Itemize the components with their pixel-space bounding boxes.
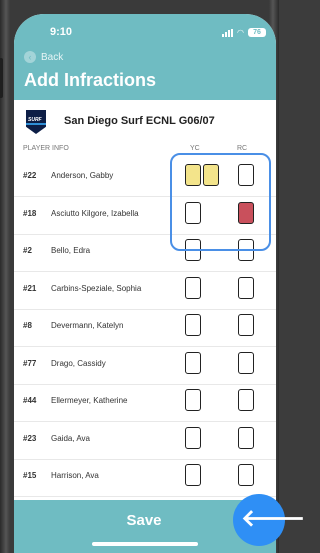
header: 9:10 ◠ 76 ‹ Back Add Infractions [14,14,276,100]
yellow-card-checkbox[interactable] [185,351,201,374]
highlight-annotation [170,153,271,251]
column-rc: RC [237,145,248,152]
team-logo-text: SURF [28,117,42,123]
signal-icon [222,28,234,37]
player-name: Devermann, Katelyn [51,321,124,330]
back-fab-button[interactable]: 🡐 [233,494,305,546]
player-number: #44 [23,396,37,405]
player-row: #23 Gaida, Ava [14,421,276,460]
player-name: Ellermeyer, Katherine [51,396,128,405]
chevron-left-icon: ‹ [24,51,36,63]
page-title: Add Infractions [24,70,157,90]
status-bar: 9:10 ◠ 76 [14,26,276,42]
player-number: #21 [23,283,37,293]
back-button[interactable]: ‹ Back [24,51,63,63]
app-screen: 9:10 ◠ 76 ‹ Back Add Infractions SURF Sa… [14,14,276,553]
status-icons: ◠ 76 [222,28,266,37]
player-number: #77 [23,358,37,368]
team-name: San Diego Surf ECNL G06/07 [64,115,215,127]
player-number: #18 [23,208,37,218]
player-name: Carbins-Speziale, Sophia [51,283,142,293]
yellow-card-checkbox[interactable] [185,426,201,449]
yellow-card-checkbox[interactable] [185,276,201,299]
player-name: Harrison, Ava [51,471,99,480]
team-row: SURF San Diego Surf ECNL G06/07 [14,106,276,140]
red-card-checkbox[interactable] [238,351,254,374]
player-number: #2 [23,246,32,255]
team-logo: SURF [26,110,46,134]
player-name: Drago, Cassidy [51,358,106,368]
red-card-checkbox[interactable] [238,276,254,299]
player-row: #44 Ellermeyer, Katherine [14,383,276,422]
red-card-checkbox[interactable] [238,464,254,486]
yellow-card-checkbox[interactable] [185,464,201,486]
player-number: #23 [23,433,37,443]
status-time: 9:10 [50,26,73,38]
red-card-checkbox[interactable] [238,426,254,449]
column-player-info: PLAYER INFO [23,145,69,152]
back-label: Back [41,51,64,63]
save-button[interactable]: Save [114,512,174,529]
phone-side-button [0,58,3,98]
yellow-card-checkbox[interactable] [185,389,201,411]
red-card-checkbox[interactable] [238,314,254,336]
home-indicator [92,542,198,546]
player-row: #15 Harrison, Ava [14,458,276,497]
player-name: Bello, Edra [51,246,91,255]
player-row: #8 Devermann, Katelyn [14,308,276,347]
red-card-checkbox[interactable] [238,389,254,411]
player-name: Asciutto Kilgore, Izabella [51,208,139,218]
column-yc: YC [190,145,200,152]
player-name: Anderson, Gabby [51,171,114,180]
arrow-left-icon: 🡐 [241,505,306,532]
player-row: #21 Carbins-Speziale, Sophia [14,271,276,310]
player-number: #22 [23,171,37,180]
player-name: Gaida, Ava [51,433,90,443]
yellow-card-checkbox[interactable] [185,314,201,336]
battery-icon: 76 [248,28,266,37]
player-number: #8 [23,321,32,330]
wifi-icon: ◠ [237,27,244,37]
player-row: #77 Drago, Cassidy [14,346,276,385]
player-number: #15 [23,471,37,480]
